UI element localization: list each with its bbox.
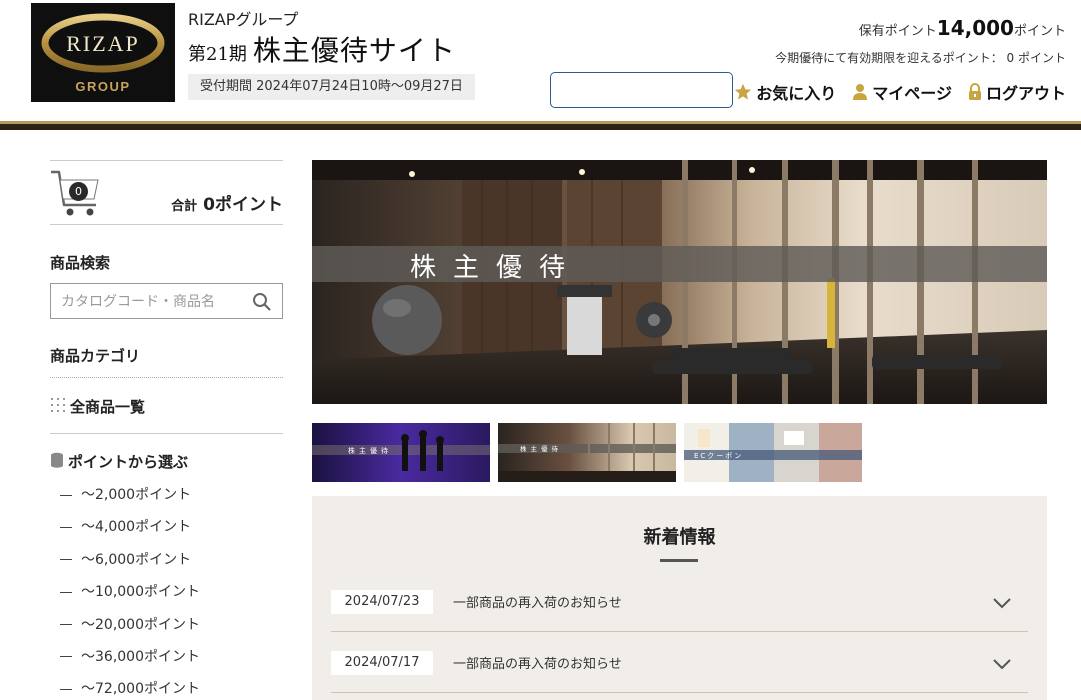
lock-icon bbox=[968, 83, 982, 101]
product-category-title: 商品カテゴリ bbox=[50, 347, 141, 365]
cart-total-label: 合計 bbox=[171, 199, 198, 214]
news-text: 一部商品の再入荷のお知らせ bbox=[453, 596, 622, 611]
favorites-label: お気に入り bbox=[756, 84, 837, 103]
point-range-item[interactable]: ～4,000ポイント bbox=[60, 517, 200, 549]
held-points-label: 保有ポイント bbox=[858, 24, 937, 39]
point-range-list: ～2,000ポイント ～4,000ポイント ～6,000ポイント ～10,000… bbox=[60, 485, 200, 700]
point-range-item[interactable]: ～10,000ポイント bbox=[60, 582, 200, 614]
svg-text:株主優待: 株主優待 bbox=[348, 446, 392, 455]
category-divider-2 bbox=[50, 433, 283, 434]
site-header: RIZAP GROUP RIZAPグループ 第21期 株主優待サイト 受付期間 2… bbox=[0, 0, 1081, 124]
site-title: 第21期 株主優待サイト bbox=[188, 29, 456, 69]
hero-title: 株主優待 bbox=[410, 253, 583, 283]
cart-total: 合計 0ポイント bbox=[171, 190, 283, 215]
mypage-link[interactable]: マイページ bbox=[852, 80, 952, 104]
thumbnail-3[interactable]: ECクーポン bbox=[684, 423, 862, 482]
reception-period: 受付期間 2024年07月24日10時～09月27日 bbox=[188, 74, 475, 100]
thumbnail-1[interactable]: 株主優待 bbox=[312, 423, 490, 482]
chevron-down-icon[interactable] bbox=[992, 655, 1012, 674]
news-section: 新着情報 2024/07/23 一部商品の再入荷のお知らせ 2024/07/17… bbox=[312, 496, 1047, 700]
group-name: RIZAPグループ bbox=[188, 10, 299, 29]
header-nav: お気に入り マイページ ログアウト bbox=[734, 80, 1066, 104]
chevron-down-icon[interactable] bbox=[992, 594, 1012, 613]
logout-link[interactable]: ログアウト bbox=[968, 80, 1066, 104]
favorites-link[interactable]: お気に入り bbox=[734, 80, 836, 104]
svg-text:RIZAP: RIZAP bbox=[66, 31, 140, 56]
user-icon bbox=[852, 83, 868, 101]
news-date: 2024/07/17 bbox=[331, 651, 433, 675]
product-search-box bbox=[50, 283, 283, 319]
header-search-input[interactable] bbox=[550, 72, 733, 108]
expiring-points: 今期優待にて有効期限を迎えるポイント： 0 ポイント bbox=[775, 51, 1066, 65]
star-icon bbox=[734, 83, 752, 101]
grid-dots-icon bbox=[50, 397, 66, 417]
header-divider-bar bbox=[0, 121, 1081, 130]
news-item[interactable]: 2024/07/17 一部商品の再入荷のお知らせ bbox=[331, 633, 1028, 693]
news-title-underline bbox=[660, 559, 698, 562]
mypage-label: マイページ bbox=[872, 84, 952, 103]
cart-total-value: 0ポイント bbox=[203, 195, 283, 215]
point-range-item[interactable]: ～20,000ポイント bbox=[60, 615, 200, 647]
all-products-label: 全商品一覧 bbox=[70, 398, 146, 416]
held-points: 保有ポイント14,000ポイント bbox=[859, 16, 1066, 40]
point-range-item[interactable]: ～36,000ポイント bbox=[60, 647, 200, 679]
logout-label: ログアウト bbox=[985, 84, 1066, 103]
coins-icon bbox=[50, 452, 64, 472]
news-date: 2024/07/23 bbox=[331, 590, 433, 614]
news-text: 一部商品の再入荷のお知らせ bbox=[453, 657, 622, 672]
period-label: 第21期 bbox=[188, 44, 247, 65]
category-divider bbox=[50, 377, 283, 378]
svg-text:株主優待: 株主優待 bbox=[520, 444, 562, 453]
held-points-value: 14,000 bbox=[936, 16, 1014, 40]
by-points-label: ポイントから選ぶ bbox=[68, 453, 189, 471]
point-range-item[interactable]: ～72,000ポイント bbox=[60, 679, 200, 700]
thumbnail-2[interactable]: 株主優待 bbox=[498, 423, 676, 482]
product-search-input[interactable] bbox=[51, 284, 241, 318]
by-points-title: ポイントから選ぶ bbox=[50, 451, 188, 472]
point-range-item[interactable]: ～2,000ポイント bbox=[60, 485, 200, 517]
news-title: 新着情報 bbox=[643, 527, 716, 548]
all-products-link[interactable]: 全商品一覧 bbox=[50, 396, 145, 417]
site-title-main: 株主優待サイト bbox=[252, 34, 456, 67]
news-item[interactable]: 2024/07/23 一部商品の再入荷のお知らせ bbox=[331, 572, 1028, 632]
svg-text:GROUP: GROUP bbox=[75, 79, 130, 94]
held-points-unit: ポイント bbox=[1013, 24, 1066, 39]
sidebar: 0 合計 0ポイント 商品検索 商品カテゴリ 全商品一覧 ポイントから選ぶ ～2,… bbox=[50, 160, 283, 697]
hero-banner[interactable]: 株主優待 bbox=[312, 160, 1047, 404]
point-range-item[interactable]: ～6,000ポイント bbox=[60, 550, 200, 582]
cart-summary[interactable]: 0 合計 0ポイント bbox=[50, 160, 283, 225]
cart-count-badge: 0 bbox=[69, 182, 88, 201]
rizap-group-logo[interactable]: RIZAP GROUP bbox=[31, 3, 175, 102]
search-icon[interactable] bbox=[252, 292, 272, 316]
product-search-title: 商品検索 bbox=[50, 254, 111, 272]
banner-thumbnails: 株主優待 株主優待 ECクーポン bbox=[312, 423, 862, 482]
svg-text:ECクーポン: ECクーポン bbox=[694, 452, 743, 460]
